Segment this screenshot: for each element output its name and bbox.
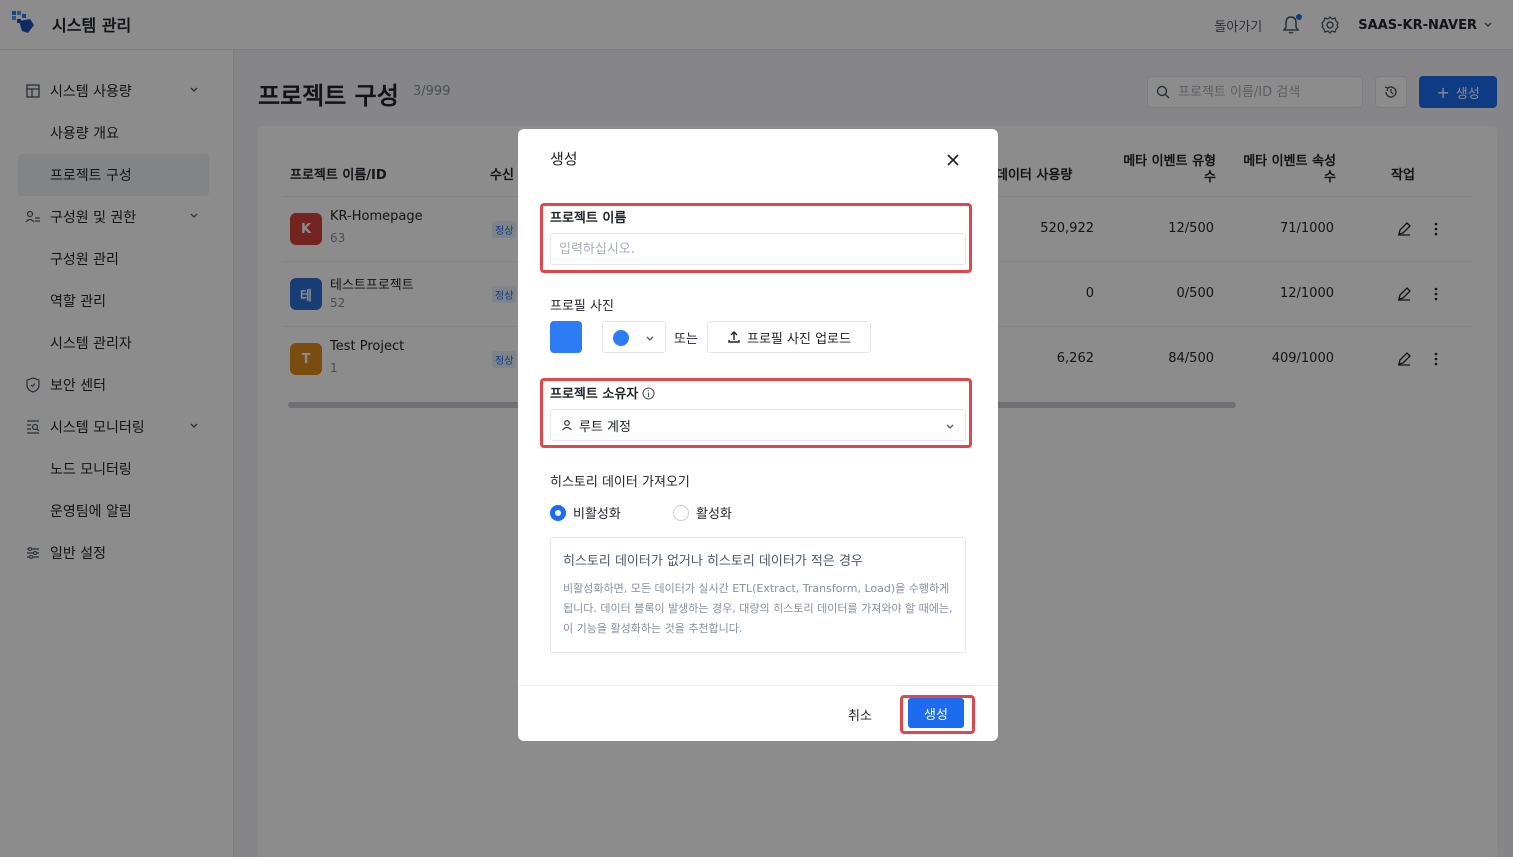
history-notice-box: 히스토리 데이터가 없거나 히스토리 데이터가 적은 경우 비활성화하면, 모든… (550, 537, 966, 653)
selected-color-dot (613, 330, 629, 346)
info-icon[interactable] (642, 387, 655, 400)
radio-dot (673, 504, 689, 521)
profile-label: 프로필 사진 (550, 299, 614, 314)
create-project-dialog: 생성 프로젝트 이름 프로필 사진 또는 프로필 사진 업로드 프로젝트 소유자… (518, 129, 998, 741)
radio-disable-label: 비활성화 (573, 507, 621, 522)
chevron-down-icon (646, 336, 654, 341)
chevron-down-icon (946, 424, 954, 429)
radio-enable-label: 활성화 (696, 507, 732, 522)
or-text: 또는 (674, 332, 698, 347)
radio-dot-selected (550, 504, 566, 521)
radio-disable[interactable]: 비활성화 (550, 503, 621, 522)
upload-label: 프로필 사진 업로드 (747, 331, 851, 347)
upload-profile-button[interactable]: 프로필 사진 업로드 (707, 321, 871, 353)
color-picker-select[interactable] (602, 321, 666, 353)
owner-label: 프로젝트 소유자 (550, 387, 639, 402)
profile-color-preview (550, 321, 582, 353)
history-label: 히스토리 데이터 가져오기 (550, 475, 690, 490)
close-icon[interactable] (946, 153, 960, 167)
dialog-footer-divider (518, 685, 998, 686)
owner-select[interactable]: 루트 계정 (550, 409, 966, 441)
confirm-create-button[interactable]: 생성 (908, 698, 964, 728)
user-icon (562, 420, 572, 431)
dialog-title: 생성 (550, 150, 578, 168)
owner-label-row: 프로젝트 소유자 (550, 383, 655, 402)
cancel-button[interactable]: 취소 (848, 705, 872, 724)
notice-title: 히스토리 데이터가 없거나 히스토리 데이터가 적은 경우 (563, 554, 863, 569)
project-name-label: 프로젝트 이름 (550, 211, 627, 226)
project-name-input[interactable] (550, 233, 966, 265)
upload-icon (728, 331, 740, 343)
notice-body: 비활성화하면, 모든 데이터가 실시간 ETL(Extract, Transfo… (563, 582, 953, 635)
radio-enable[interactable]: 활성화 (673, 503, 732, 522)
owner-value: 루트 계정 (579, 419, 631, 435)
